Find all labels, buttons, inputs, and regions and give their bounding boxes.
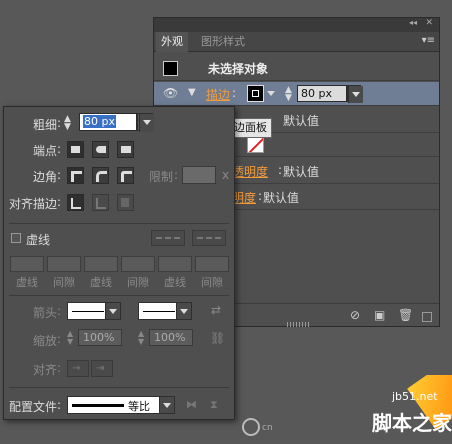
gap-1-label: 间隙 [53,276,75,289]
watermark-site: jb51.net [392,390,438,403]
duplicate-item-icon[interactable]: ▣ [374,308,385,322]
miter-join-button[interactable] [67,167,84,184]
dash-2-label: 虚线 [90,276,112,289]
weight-stepper[interactable]: ▲ ▼ [64,115,71,132]
logo-text: cn [262,423,273,433]
swap-arrows-icon[interactable]: ⇄ [211,303,221,317]
dash-align-corners-button[interactable] [192,230,226,246]
butt-cap-button[interactable] [67,141,84,158]
dashed-label: 虚线 [26,233,51,247]
link-scale-icon[interactable]: ⛓ [210,331,225,345]
align-outside-button[interactable] [117,194,134,211]
align-center-button[interactable] [67,194,84,211]
gap-3-label: 间隙 [201,276,223,289]
corner-label: 边角 [33,170,58,184]
limit-input[interactable] [182,166,216,184]
gap-3-input[interactable] [195,256,229,272]
stroke-colon: : [232,86,237,100]
tab-graphic-styles[interactable]: 图形样式 [196,32,250,52]
arrow-extend-button[interactable]: → [67,360,89,377]
weight-stepper-icon[interactable]: ▲ ▼ [285,86,292,103]
dash-2-input[interactable] [84,256,118,272]
align-inside-button[interactable] [92,194,109,211]
stroke-row[interactable]: 👁 ▼ 描边 : ▲ ▼ 80 px [154,82,439,106]
round-join-button[interactable] [92,167,109,184]
flip-horizontal-icon[interactable]: ⧓ [186,398,197,411]
scale-2-stepper[interactable]: ▲ ▼ [138,330,144,346]
no-fill-swatch[interactable] [247,136,264,153]
bevel-join-button[interactable] [117,167,134,184]
scale-label: 缩放 [33,334,58,348]
no-selection-label: 未选择对象 [208,62,269,76]
collapse-icon[interactable]: ◂◂ [409,18,417,27]
panel-menu-icon[interactable]: ▾≡ [422,35,435,46]
round-cap-button[interactable] [92,141,109,158]
weight-input[interactable]: 80 px [79,113,137,131]
panel-tabs: 外观 图形样式 ▾≡ [154,32,439,52]
object-swatch [163,61,178,76]
dash-3-input[interactable] [158,256,192,272]
trash-icon[interactable]: 🗑 [398,308,413,322]
stroke-panel: 粗细 : ▲ ▼ 80 px 端点 : 边角 : 限制 : x 对齐描边 : 虚线… [3,106,235,420]
flip-vertical-icon[interactable]: ⧗ [210,398,218,412]
tab-appearance[interactable]: 外观 [156,32,188,52]
scale-end-input[interactable]: 100% [149,329,193,346]
stroke-weight-dropdown[interactable] [347,85,363,103]
dash-1-input[interactable] [10,256,44,272]
close-icon[interactable]: ✕ [425,18,433,28]
scale-start-input[interactable]: 100% [78,329,122,346]
new-item-icon[interactable] [422,312,432,322]
weight-dropdown[interactable] [137,113,154,132]
arrow-inside-button[interactable]: ⇥ [91,360,113,377]
swatch-dropdown-icon[interactable] [267,88,275,98]
limit-unit: x [222,168,230,182]
align-arrows-label: 对齐 [33,363,58,377]
clear-appearance-icon[interactable]: ⊘ [350,308,360,322]
watermark-brand: 脚本之家 [372,411,452,435]
expand-triangle-icon[interactable]: ▼ [188,87,196,98]
profile-dropdown[interactable]: 等比 [67,396,175,414]
end-arrow-dropdown[interactable] [138,302,192,320]
projecting-cap-button[interactable] [117,141,134,158]
gap-2-input[interactable] [121,256,155,272]
no-selection-row: 未选择对象 [154,55,439,81]
gap-2-label: 间隙 [127,276,149,289]
resize-grip[interactable] [287,322,311,327]
cap-label: 端点 [33,144,58,158]
arrowheads-label: 箭头 [33,306,58,320]
stroke-color-swatch[interactable] [247,85,264,102]
scale-1-stepper[interactable]: ▲ ▼ [67,330,73,346]
stroke-weight-field[interactable]: 80 px [297,85,347,102]
start-arrow-dropdown[interactable] [67,302,121,320]
transparency-link[interactable]: 透明度 [232,163,268,180]
dashed-checkbox[interactable] [11,233,21,243]
watermark: jb51.net 脚本之家 [356,375,452,444]
weight-label: 粗细 [33,118,58,132]
opacity-value: 默认值 [263,191,300,205]
transparency-value: 默认值 [283,165,320,179]
dash-1-label: 虚线 [16,276,38,289]
dash-3-label: 虚线 [164,276,186,289]
opacity-link[interactable]: 明度 [232,189,256,206]
profile-label: 配置文件 [9,400,58,414]
limit-label: 限制 [149,170,174,184]
align-stroke-label: 对齐描边 [9,197,58,211]
stroke-link[interactable]: 描边 [206,86,230,103]
site-logo-icon [242,418,260,436]
gap-1-input[interactable] [47,256,81,272]
eye-icon[interactable]: 👁 [163,86,178,100]
panel-titlebar: ◂◂ ✕ [154,18,439,32]
dash-preserve-button[interactable] [151,230,185,246]
fill-default-label: 默认值 [283,114,320,128]
profile-value: 等比 [128,400,150,413]
